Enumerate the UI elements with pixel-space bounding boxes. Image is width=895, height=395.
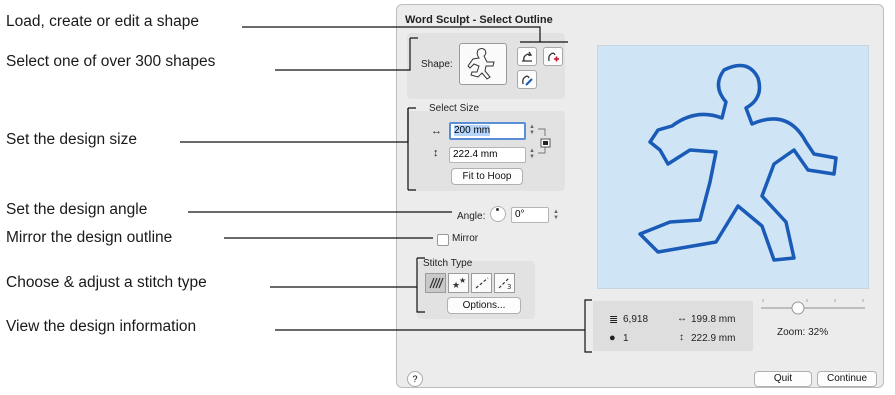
load-shape-button[interactable] [517,47,537,66]
satin-stitch-icon [428,277,444,289]
select-size-label: Select Size [429,103,480,114]
svg-text:★: ★ [459,276,466,285]
lock-icon [538,128,551,154]
options-button[interactable]: Options... [447,297,521,314]
angle-label: Angle: [457,211,486,222]
load-shape-icon [522,51,533,62]
color-count-value: 1 [623,333,629,344]
create-shape-button[interactable] [543,47,563,66]
annotation-load-shape: Load, create or edit a shape [6,13,200,30]
width-value: 200 mm [454,125,491,136]
dialog-title: Word Sculpt - Select Outline [405,14,553,26]
height-stepper[interactable]: ▲ ▼ [528,147,536,161]
shape-preview [597,45,869,289]
width-arrow-icon: ↔ [431,125,442,137]
stitch-count-value: 6,918 [623,314,649,325]
svg-text:3: 3 [507,283,511,290]
zoom-slider[interactable] [761,297,867,317]
runner-shape-icon [467,48,495,80]
shape-label: Shape: [421,59,453,70]
fit-to-hoop-button[interactable]: Fit to Hoop [451,168,523,185]
angle-dial-marker [496,208,499,211]
zoom-slider-track [761,299,865,315]
edit-shape-button[interactable] [517,70,537,89]
info-height-icon: ↕ [679,332,684,343]
width-input[interactable]: 200 mm [449,122,526,140]
help-button[interactable]: ? [407,371,423,387]
annotation-stitch-type: Choose & adjust a stitch type [6,274,207,291]
stitch-count-icon: ≣ [609,314,619,326]
aspect-lock-toggle[interactable] [537,127,553,155]
annotation-select-shape: Select one of over 300 shapes [6,53,216,70]
design-info-panel: ≣ 6,918 ● 1 ↔ 199.8 mm ↕ 222.9 mm [593,301,753,351]
satin-stitch-button[interactable] [425,273,446,293]
stitch-type-label: Stitch Type [423,258,473,269]
triple-stitch-icon: 3 [498,277,511,290]
mirror-label: Mirror [452,233,479,244]
create-shape-icon [548,52,559,61]
shape-thumbnail[interactable] [459,43,507,85]
info-width-value: 199.8 mm [691,314,736,325]
height-input[interactable]: 222.4 mm [449,147,526,163]
annotation-design-info: View the design information [6,318,197,335]
annotation-design-angle: Set the design angle [6,201,148,218]
angle-input[interactable]: 0° [511,207,549,223]
running-stitch-icon [475,277,488,289]
word-sculpt-dialog: Word Sculpt - Select Outline Shape: Sele… [396,4,884,388]
zoom-label: Zoom: 32% [777,327,829,338]
info-width-icon: ↔ [677,313,687,324]
info-height-value: 222.9 mm [691,333,736,344]
motif-stitch-icon: ★★ [452,276,466,290]
triple-stitch-button[interactable]: 3 [494,273,515,293]
mirror-checkbox[interactable] [437,234,449,246]
edit-shape-icon [522,75,533,86]
height-arrow-icon: ↕ [433,147,439,159]
annotation-mirror: Mirror the design outline [6,229,173,246]
continue-button[interactable]: Continue [817,371,877,387]
palette-icon: ● [609,332,616,344]
width-stepper[interactable]: ▲ ▼ [528,123,536,137]
quit-button[interactable]: Quit [754,371,812,387]
motif-stitch-button[interactable]: ★ ★ [448,273,469,293]
angle-stepper[interactable]: ▲ ▼ [552,208,560,222]
annotation-design-size: Set the design size [6,131,137,148]
running-stitch-button[interactable] [471,273,492,293]
runner-outline-preview [638,63,838,262]
angle-dial[interactable] [490,206,506,222]
